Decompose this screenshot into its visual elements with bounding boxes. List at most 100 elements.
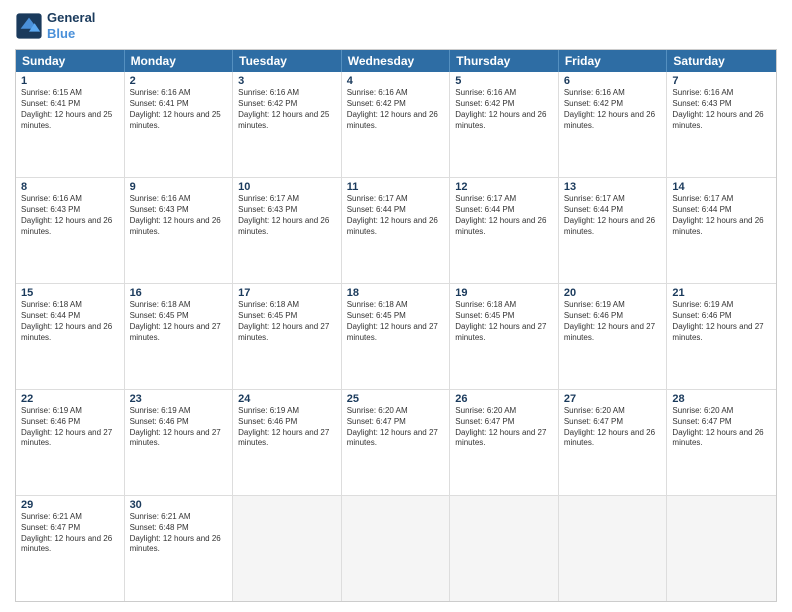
cell-info: Sunrise: 6:16 AMSunset: 6:43 PMDaylight:… bbox=[21, 194, 119, 237]
header-day-tuesday: Tuesday bbox=[233, 50, 342, 72]
day-cell-27: 27 Sunrise: 6:20 AMSunset: 6:47 PMDaylig… bbox=[559, 390, 668, 495]
day-cell-26: 26 Sunrise: 6:20 AMSunset: 6:47 PMDaylig… bbox=[450, 390, 559, 495]
day-number: 27 bbox=[564, 393, 662, 405]
day-number: 15 bbox=[21, 287, 119, 299]
cell-info: Sunrise: 6:21 AMSunset: 6:47 PMDaylight:… bbox=[21, 512, 119, 555]
week-row-4: 22 Sunrise: 6:19 AMSunset: 6:46 PMDaylig… bbox=[16, 389, 776, 495]
day-number: 16 bbox=[130, 287, 228, 299]
cell-info: Sunrise: 6:20 AMSunset: 6:47 PMDaylight:… bbox=[347, 406, 445, 449]
cell-info: Sunrise: 6:19 AMSunset: 6:46 PMDaylight:… bbox=[21, 406, 119, 449]
page: General Blue SundayMondayTuesdayWednesda… bbox=[0, 0, 792, 612]
day-cell-8: 8 Sunrise: 6:16 AMSunset: 6:43 PMDayligh… bbox=[16, 178, 125, 283]
header-day-saturday: Saturday bbox=[667, 50, 776, 72]
day-number: 29 bbox=[21, 499, 119, 511]
header-day-sunday: Sunday bbox=[16, 50, 125, 72]
day-number: 6 bbox=[564, 75, 662, 87]
day-cell-24: 24 Sunrise: 6:19 AMSunset: 6:46 PMDaylig… bbox=[233, 390, 342, 495]
day-cell-16: 16 Sunrise: 6:18 AMSunset: 6:45 PMDaylig… bbox=[125, 284, 234, 389]
day-number: 17 bbox=[238, 287, 336, 299]
day-number: 10 bbox=[238, 181, 336, 193]
day-cell-23: 23 Sunrise: 6:19 AMSunset: 6:46 PMDaylig… bbox=[125, 390, 234, 495]
cell-info: Sunrise: 6:20 AMSunset: 6:47 PMDaylight:… bbox=[564, 406, 662, 449]
empty-cell bbox=[342, 496, 451, 601]
day-number: 4 bbox=[347, 75, 445, 87]
week-row-1: 1 Sunrise: 6:15 AMSunset: 6:41 PMDayligh… bbox=[16, 72, 776, 177]
day-cell-2: 2 Sunrise: 6:16 AMSunset: 6:41 PMDayligh… bbox=[125, 72, 234, 177]
day-cell-17: 17 Sunrise: 6:18 AMSunset: 6:45 PMDaylig… bbox=[233, 284, 342, 389]
header-day-monday: Monday bbox=[125, 50, 234, 72]
empty-cell bbox=[667, 496, 776, 601]
cell-info: Sunrise: 6:19 AMSunset: 6:46 PMDaylight:… bbox=[564, 300, 662, 343]
cell-info: Sunrise: 6:16 AMSunset: 6:41 PMDaylight:… bbox=[130, 88, 228, 131]
day-number: 13 bbox=[564, 181, 662, 193]
day-number: 20 bbox=[564, 287, 662, 299]
day-number: 5 bbox=[455, 75, 553, 87]
day-cell-20: 20 Sunrise: 6:19 AMSunset: 6:46 PMDaylig… bbox=[559, 284, 668, 389]
day-cell-9: 9 Sunrise: 6:16 AMSunset: 6:43 PMDayligh… bbox=[125, 178, 234, 283]
day-number: 2 bbox=[130, 75, 228, 87]
calendar-body: 1 Sunrise: 6:15 AMSunset: 6:41 PMDayligh… bbox=[16, 72, 776, 601]
day-number: 18 bbox=[347, 287, 445, 299]
logo-icon bbox=[15, 12, 43, 40]
day-number: 30 bbox=[130, 499, 228, 511]
day-number: 22 bbox=[21, 393, 119, 405]
day-cell-13: 13 Sunrise: 6:17 AMSunset: 6:44 PMDaylig… bbox=[559, 178, 668, 283]
week-row-2: 8 Sunrise: 6:16 AMSunset: 6:43 PMDayligh… bbox=[16, 177, 776, 283]
cell-info: Sunrise: 6:19 AMSunset: 6:46 PMDaylight:… bbox=[130, 406, 228, 449]
day-cell-15: 15 Sunrise: 6:18 AMSunset: 6:44 PMDaylig… bbox=[16, 284, 125, 389]
day-cell-12: 12 Sunrise: 6:17 AMSunset: 6:44 PMDaylig… bbox=[450, 178, 559, 283]
day-number: 8 bbox=[21, 181, 119, 193]
day-cell-6: 6 Sunrise: 6:16 AMSunset: 6:42 PMDayligh… bbox=[559, 72, 668, 177]
cell-info: Sunrise: 6:16 AMSunset: 6:42 PMDaylight:… bbox=[455, 88, 553, 131]
header: General Blue bbox=[15, 10, 777, 41]
day-number: 12 bbox=[455, 181, 553, 193]
day-cell-30: 30 Sunrise: 6:21 AMSunset: 6:48 PMDaylig… bbox=[125, 496, 234, 601]
day-number: 9 bbox=[130, 181, 228, 193]
day-number: 25 bbox=[347, 393, 445, 405]
week-row-3: 15 Sunrise: 6:18 AMSunset: 6:44 PMDaylig… bbox=[16, 283, 776, 389]
header-day-friday: Friday bbox=[559, 50, 668, 72]
day-cell-28: 28 Sunrise: 6:20 AMSunset: 6:47 PMDaylig… bbox=[667, 390, 776, 495]
day-number: 11 bbox=[347, 181, 445, 193]
day-number: 1 bbox=[21, 75, 119, 87]
day-cell-11: 11 Sunrise: 6:17 AMSunset: 6:44 PMDaylig… bbox=[342, 178, 451, 283]
day-cell-5: 5 Sunrise: 6:16 AMSunset: 6:42 PMDayligh… bbox=[450, 72, 559, 177]
cell-info: Sunrise: 6:18 AMSunset: 6:45 PMDaylight:… bbox=[455, 300, 553, 343]
cell-info: Sunrise: 6:17 AMSunset: 6:44 PMDaylight:… bbox=[672, 194, 771, 237]
cell-info: Sunrise: 6:19 AMSunset: 6:46 PMDaylight:… bbox=[672, 300, 771, 343]
cell-info: Sunrise: 6:16 AMSunset: 6:42 PMDaylight:… bbox=[347, 88, 445, 131]
cell-info: Sunrise: 6:15 AMSunset: 6:41 PMDaylight:… bbox=[21, 88, 119, 131]
day-cell-22: 22 Sunrise: 6:19 AMSunset: 6:46 PMDaylig… bbox=[16, 390, 125, 495]
day-number: 3 bbox=[238, 75, 336, 87]
day-cell-14: 14 Sunrise: 6:17 AMSunset: 6:44 PMDaylig… bbox=[667, 178, 776, 283]
cell-info: Sunrise: 6:17 AMSunset: 6:44 PMDaylight:… bbox=[347, 194, 445, 237]
empty-cell bbox=[233, 496, 342, 601]
cell-info: Sunrise: 6:18 AMSunset: 6:45 PMDaylight:… bbox=[130, 300, 228, 343]
day-cell-25: 25 Sunrise: 6:20 AMSunset: 6:47 PMDaylig… bbox=[342, 390, 451, 495]
cell-info: Sunrise: 6:18 AMSunset: 6:44 PMDaylight:… bbox=[21, 300, 119, 343]
day-number: 14 bbox=[672, 181, 771, 193]
week-row-5: 29 Sunrise: 6:21 AMSunset: 6:47 PMDaylig… bbox=[16, 495, 776, 601]
header-day-wednesday: Wednesday bbox=[342, 50, 451, 72]
day-number: 24 bbox=[238, 393, 336, 405]
day-cell-3: 3 Sunrise: 6:16 AMSunset: 6:42 PMDayligh… bbox=[233, 72, 342, 177]
calendar: SundayMondayTuesdayWednesdayThursdayFrid… bbox=[15, 49, 777, 602]
calendar-header: SundayMondayTuesdayWednesdayThursdayFrid… bbox=[16, 50, 776, 72]
day-cell-7: 7 Sunrise: 6:16 AMSunset: 6:43 PMDayligh… bbox=[667, 72, 776, 177]
logo-text: General Blue bbox=[47, 10, 95, 41]
day-number: 26 bbox=[455, 393, 553, 405]
cell-info: Sunrise: 6:16 AMSunset: 6:43 PMDaylight:… bbox=[672, 88, 771, 131]
day-number: 7 bbox=[672, 75, 771, 87]
day-number: 19 bbox=[455, 287, 553, 299]
cell-info: Sunrise: 6:18 AMSunset: 6:45 PMDaylight:… bbox=[347, 300, 445, 343]
day-number: 21 bbox=[672, 287, 771, 299]
cell-info: Sunrise: 6:20 AMSunset: 6:47 PMDaylight:… bbox=[672, 406, 771, 449]
day-number: 28 bbox=[672, 393, 771, 405]
day-number: 23 bbox=[130, 393, 228, 405]
header-day-thursday: Thursday bbox=[450, 50, 559, 72]
day-cell-18: 18 Sunrise: 6:18 AMSunset: 6:45 PMDaylig… bbox=[342, 284, 451, 389]
cell-info: Sunrise: 6:16 AMSunset: 6:42 PMDaylight:… bbox=[238, 88, 336, 131]
day-cell-29: 29 Sunrise: 6:21 AMSunset: 6:47 PMDaylig… bbox=[16, 496, 125, 601]
day-cell-1: 1 Sunrise: 6:15 AMSunset: 6:41 PMDayligh… bbox=[16, 72, 125, 177]
day-cell-10: 10 Sunrise: 6:17 AMSunset: 6:43 PMDaylig… bbox=[233, 178, 342, 283]
